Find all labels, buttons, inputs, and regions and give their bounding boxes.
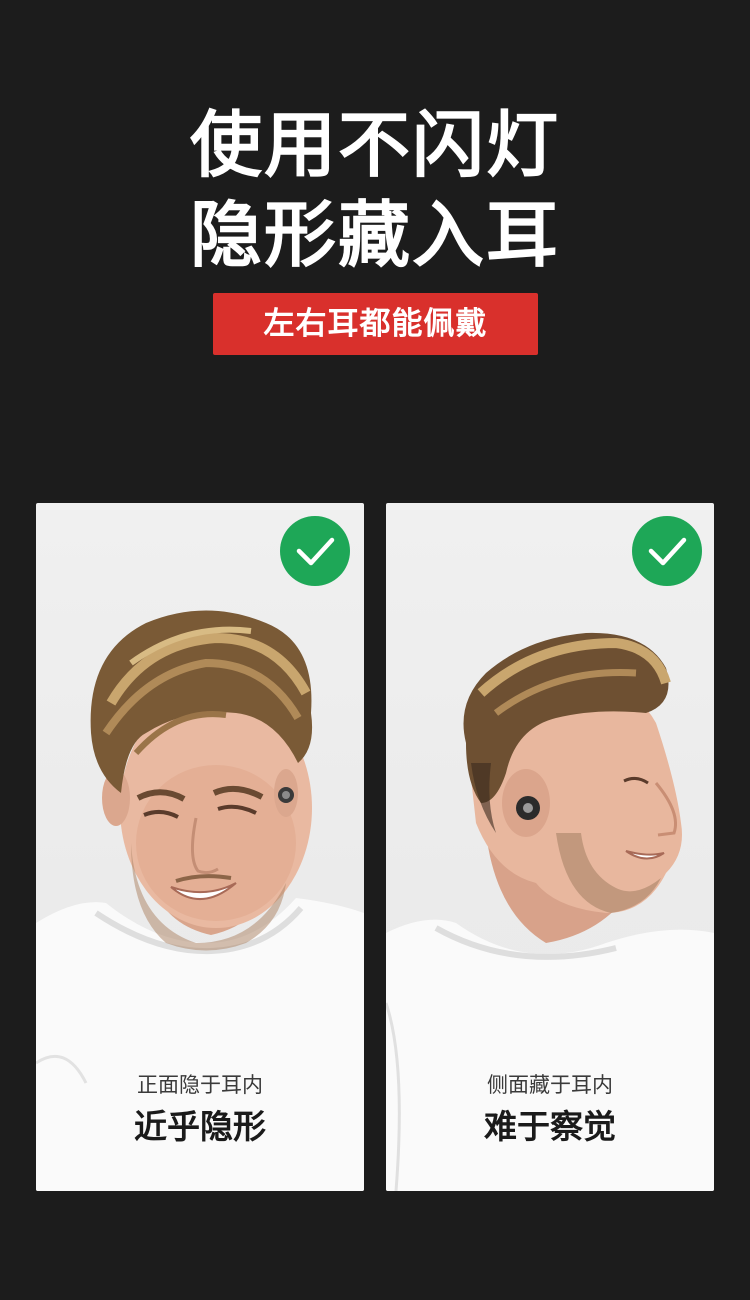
check-icon (632, 516, 702, 586)
headline-line-2: 隐形藏入耳 (189, 193, 560, 277)
card-subtitle: 侧面藏于耳内 (487, 1073, 613, 1097)
side-view-card: 侧面藏于耳内 难于察觉 (386, 503, 714, 1191)
front-view-caption: 正面隐于耳内 近乎隐形 (36, 1070, 364, 1150)
side-view-caption: 侧面藏于耳内 难于察觉 (386, 1070, 714, 1150)
front-view-card: 正面隐于耳内 近乎隐形 (36, 503, 364, 1191)
check-icon (280, 516, 350, 586)
wear-both-ears-badge: 左右耳都能佩戴 (213, 293, 538, 355)
card-title: 近乎隐形 (134, 1107, 266, 1146)
headline-line-1: 使用不闪灯 (189, 103, 560, 187)
card-title: 难于察觉 (484, 1107, 616, 1146)
headline: 使用不闪灯 隐形藏入耳 (0, 100, 750, 280)
card-subtitle: 正面隐于耳内 (137, 1073, 263, 1097)
